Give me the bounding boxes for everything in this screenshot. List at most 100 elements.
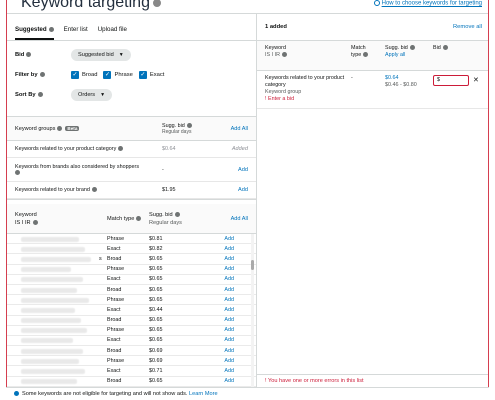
redacted-text — [21, 287, 77, 293]
title-text: Keyword targeting — [21, 0, 150, 11]
added-sugg-value[interactable]: $0.64 — [385, 75, 433, 82]
sugg-bid-header: Sugg. bid Regular days — [162, 122, 192, 135]
info-icon[interactable] — [15, 169, 20, 175]
info-icon[interactable] — [39, 71, 45, 77]
checkbox-phrase[interactable]: ✓ Phrase — [103, 71, 133, 79]
info-icon — [14, 391, 19, 397]
scrollbar[interactable] — [251, 234, 254, 387]
add-keyword-button[interactable]: Add — [201, 317, 248, 323]
info-icon[interactable] — [442, 45, 448, 51]
help-link[interactable]: How to choose keywords for targeting — [373, 0, 482, 7]
bid-input[interactable]: $ — [433, 75, 469, 86]
add-all-keywords-button[interactable]: Add All — [201, 216, 248, 222]
add-keyword-button[interactable]: Add — [201, 337, 248, 343]
info-icon[interactable] — [91, 187, 97, 193]
group-add-button[interactable]: Add — [220, 167, 248, 173]
info-icon[interactable] — [37, 91, 43, 97]
tab-enter-list[interactable]: Enter list — [64, 26, 88, 40]
info-icon[interactable] — [409, 45, 415, 51]
added-keyword-group-label: Keyword group — [265, 89, 302, 95]
add-keyword-button[interactable]: Add — [201, 348, 248, 354]
add-all-groups-button[interactable]: Add All — [220, 126, 248, 132]
info-icon[interactable] — [136, 215, 142, 221]
added-keyword-header: Keyword IS I IR — [265, 45, 287, 58]
close-icon[interactable]: ✕ — [473, 77, 479, 84]
group-add-button[interactable]: Add — [220, 187, 248, 193]
keyword-text-redacted — [15, 317, 107, 324]
info-icon[interactable] — [174, 211, 180, 217]
info-icon[interactable] — [57, 125, 63, 131]
group-row: Keywords related to your product categor… — [7, 141, 256, 158]
group-name: Keywords related to your product categor… — [15, 146, 162, 152]
info-icon[interactable] — [281, 52, 287, 58]
match-type: Broad — [107, 286, 122, 293]
info-icon[interactable] — [26, 51, 32, 57]
add-keyword-button[interactable]: Add — [201, 358, 248, 364]
help-link-text[interactable]: How to choose keywords for targeting — [382, 1, 482, 7]
sugg-bid: $0.65 — [149, 286, 163, 293]
error-icon: ! — [265, 96, 267, 102]
beta-badge: Beta — [65, 125, 80, 131]
keyword-text-redacted — [15, 266, 107, 273]
apply-all-link[interactable]: Apply all — [385, 52, 405, 58]
tab-suggested-label[interactable]: Suggested — [15, 26, 47, 33]
tab-suggested[interactable]: Suggested — [15, 26, 54, 40]
keyword-row: Exact $0.44 Add — [7, 305, 256, 316]
checkmark-icon[interactable]: ✓ — [103, 71, 112, 79]
group-name: Keywords related to your brand — [15, 187, 162, 193]
sugg-bid: $0.65 — [149, 276, 163, 283]
bid-row: Bid Suggested bid ▼ — [15, 47, 248, 63]
redacted-text — [21, 246, 85, 252]
error-footer: ! You have one or more errors in this li… — [257, 374, 488, 387]
info-icon[interactable] — [363, 52, 369, 58]
keyword-row: Phrase $0.65 Add — [7, 326, 256, 336]
info-icon[interactable] — [32, 219, 38, 225]
tab-upload-file[interactable]: Upload file — [98, 26, 127, 40]
add-keyword-button[interactable]: Add — [201, 378, 248, 384]
added-keywords-pane: 1 added Remove all Keyword IS I IR Match t… — [257, 13, 488, 387]
learn-more-link[interactable]: Learn More — [189, 391, 218, 397]
filters: Bid Suggested bid ▼ Filter by ✓ Broad ✓ Phr… — [7, 41, 256, 117]
redacted-text — [21, 348, 83, 354]
checkbox-broad[interactable]: ✓ Broad — [71, 71, 97, 79]
keyword-list: Phrase $0.81 Add Exact $0.82 Add s Broad $0.65 Ad… — [7, 234, 256, 387]
sort-dropdown[interactable]: Orders ▼ — [71, 89, 113, 101]
checkmark-icon[interactable]: ✓ — [71, 71, 79, 79]
remove-all-button[interactable]: Remove all — [453, 24, 482, 30]
add-keyword-button[interactable]: Add — [201, 236, 248, 242]
add-keyword-button[interactable]: Add — [201, 246, 248, 252]
checkbox-exact[interactable]: ✓ Exact — [138, 71, 164, 79]
keyword-row: Exact $0.65 Add — [7, 336, 256, 347]
keyword-row: Broad $0.69 Add — [7, 346, 256, 357]
keyword-text-redacted — [15, 236, 107, 242]
info-icon[interactable] — [152, 0, 161, 7]
info-icon[interactable] — [118, 146, 124, 152]
sugg-bid: $0.65 — [149, 327, 163, 334]
add-keyword-button[interactable]: Add — [201, 327, 248, 333]
sort-dropdown-value: Orders — [78, 92, 96, 98]
added-header: 1 added Remove all — [257, 14, 488, 41]
match-type-header: Match type — [107, 216, 149, 222]
add-keyword-button[interactable]: Add — [201, 287, 248, 293]
bid-label: Bid — [15, 51, 71, 58]
info-icon[interactable] — [186, 122, 192, 128]
sugg-bid: $0.69 — [149, 357, 163, 364]
bid-dropdown[interactable]: Suggested bid ▼ — [71, 49, 131, 61]
add-keyword-button[interactable]: Add — [201, 276, 248, 282]
match-type: Exact — [107, 337, 121, 344]
bid-dropdown-value: Suggested bid — [78, 52, 114, 58]
add-keyword-button[interactable]: Add — [201, 256, 248, 262]
keyword-groups: Keyword groups Beta Sugg. bid Regular days… — [7, 117, 256, 200]
redacted-text — [21, 277, 83, 283]
info-icon[interactable] — [48, 26, 54, 32]
added-columns: Keyword IS I IR Match type Sugg. bid Apply … — [257, 41, 488, 71]
scrollbar-thumb[interactable] — [251, 260, 254, 270]
group-row: Keywords related to your brand $1.95 Add — [7, 182, 256, 199]
add-keyword-button[interactable]: Add — [201, 368, 248, 374]
keyword-text-redacted — [15, 378, 107, 385]
added-match-header: Match type — [351, 45, 385, 59]
add-keyword-button[interactable]: Add — [201, 307, 248, 313]
add-keyword-button[interactable]: Add — [201, 266, 248, 272]
add-keyword-button[interactable]: Add — [201, 297, 248, 303]
checkmark-icon[interactable]: ✓ — [138, 71, 147, 79]
